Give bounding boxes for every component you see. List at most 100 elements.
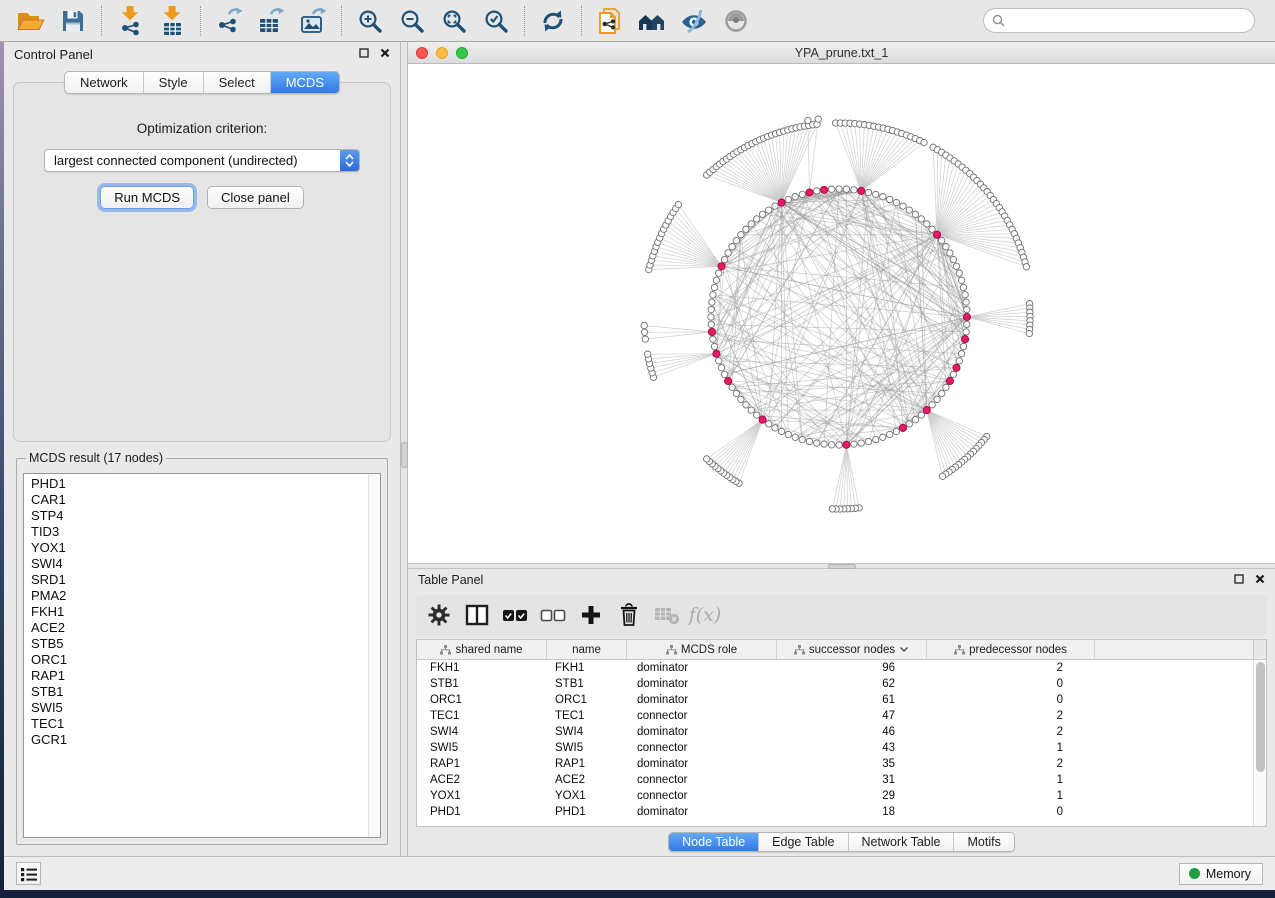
mcds-result-item[interactable]: SWI4 [31,556,380,572]
search-input[interactable] [1010,14,1246,28]
table-settings-button[interactable] [420,600,458,630]
mcds-result-item[interactable]: STB1 [31,684,380,700]
memory-button[interactable]: Memory [1179,863,1263,885]
zoom-out-button[interactable] [391,3,433,39]
cell-MCDS-role[interactable]: connector [627,742,777,754]
tab-node-table[interactable]: Node Table [669,833,758,851]
mcds-result-item[interactable]: CAR1 [31,492,380,508]
tab-network[interactable]: Network [65,72,143,93]
table-row[interactable]: SWI5SWI5connector431 [417,740,1266,756]
list-scrollbar[interactable] [368,474,380,837]
mcds-result-item[interactable]: PHD1 [31,476,380,492]
select-all-button[interactable] [496,600,534,630]
cell-successor-nodes[interactable]: 43 [777,742,927,754]
table-row[interactable]: ACE2ACE2connector311 [417,772,1266,788]
cell-name[interactable]: PHD1 [547,806,627,818]
cell-name[interactable]: ORC1 [547,694,627,706]
hide-selected-button[interactable] [673,3,715,39]
table-scrollbar-thumb[interactable] [1256,662,1265,772]
cell-MCDS-role[interactable]: dominator [627,726,777,738]
cell-name[interactable]: TEC1 [547,710,627,722]
export-network-button[interactable] [208,3,250,39]
horizontal-splitter[interactable] [408,563,1275,569]
cell-predecessor-nodes[interactable]: 0 [927,806,1095,818]
float-panel-icon[interactable] [359,45,369,63]
column-header-shared-name[interactable]: shared name [417,640,547,659]
cell-predecessor-nodes[interactable]: 1 [927,742,1095,754]
close-table-panel-icon[interactable] [1255,571,1265,589]
cell-predecessor-nodes[interactable]: 2 [927,726,1095,738]
cell-predecessor-nodes[interactable]: 2 [927,758,1095,770]
cell-name[interactable]: YOX1 [547,790,627,802]
column-header-MCDS-role[interactable]: MCDS role [627,640,777,659]
table-row[interactable]: STB1STB1dominator620 [417,676,1266,692]
export-image-button[interactable] [292,3,334,39]
close-panel-button[interactable]: Close panel [207,186,304,209]
deselect-all-button[interactable] [534,600,572,630]
cell-predecessor-nodes[interactable]: 0 [927,694,1095,706]
cell-shared-name[interactable]: YOX1 [417,790,547,802]
export-table-button[interactable] [250,3,292,39]
cell-MCDS-role[interactable]: dominator [627,662,777,674]
cell-successor-nodes[interactable]: 35 [777,758,927,770]
cell-shared-name[interactable]: TEC1 [417,710,547,722]
cell-name[interactable]: STB1 [547,678,627,690]
optimization-criterion-select[interactable]: largest connected component (undirected) [44,149,360,172]
tab-edge-table[interactable]: Edge Table [758,833,847,851]
cell-predecessor-nodes[interactable]: 1 [927,774,1095,786]
mcds-result-item[interactable]: PMA2 [31,588,380,604]
cell-name[interactable]: ACE2 [547,774,627,786]
new-network-from-selection-button[interactable] [589,3,631,39]
network-graph[interactable] [408,64,1274,561]
mcds-result-item[interactable]: RAP1 [31,668,380,684]
table-row[interactable]: FKH1FKH1dominator962 [417,660,1266,676]
cell-shared-name[interactable]: ORC1 [417,694,547,706]
cell-successor-nodes[interactable]: 61 [777,694,927,706]
cell-shared-name[interactable]: STB1 [417,678,547,690]
import-network-button[interactable] [109,3,151,39]
cell-predecessor-nodes[interactable]: 2 [927,710,1095,722]
first-neighbors-button[interactable] [631,3,673,39]
run-mcds-button[interactable]: Run MCDS [100,186,194,209]
table-row[interactable]: PHD1PHD1dominator180 [417,804,1266,820]
tab-motifs[interactable]: Motifs [953,833,1013,851]
zoom-selected-button[interactable] [475,3,517,39]
cell-successor-nodes[interactable]: 29 [777,790,927,802]
cell-successor-nodes[interactable]: 62 [777,678,927,690]
cell-successor-nodes[interactable]: 46 [777,726,927,738]
column-header-name[interactable]: name [547,640,627,659]
delete-button[interactable] [610,600,648,630]
mcds-result-item[interactable]: TID3 [31,524,380,540]
cell-MCDS-role[interactable]: dominator [627,678,777,690]
table-row[interactable]: SWI4SWI4dominator462 [417,724,1266,740]
cell-shared-name[interactable]: FKH1 [417,662,547,674]
cell-predecessor-nodes[interactable]: 2 [927,662,1095,674]
cell-successor-nodes[interactable]: 47 [777,710,927,722]
mcds-result-item[interactable]: ACE2 [31,620,380,636]
table-row[interactable]: YOX1YOX1connector291 [417,788,1266,804]
column-header-predecessor-nodes[interactable]: predecessor nodes [927,640,1095,659]
cell-name[interactable]: SWI4 [547,726,627,738]
mcds-result-item[interactable]: FKH1 [31,604,380,620]
tab-select[interactable]: Select [203,72,270,93]
table-scrollbar[interactable] [1253,660,1266,826]
column-header-successor-nodes[interactable]: successor nodes [777,640,927,659]
cell-name[interactable]: RAP1 [547,758,627,770]
network-view[interactable] [408,64,1275,563]
mcds-result-item[interactable]: SWI5 [31,700,380,716]
cell-name[interactable]: FKH1 [547,662,627,674]
save-button[interactable] [52,3,94,39]
mcds-result-item[interactable]: STP4 [31,508,380,524]
mcds-result-item[interactable]: SRD1 [31,572,380,588]
cell-successor-nodes[interactable]: 96 [777,662,927,674]
cell-predecessor-nodes[interactable]: 1 [927,790,1095,802]
show-column-panel-button[interactable] [458,600,496,630]
mcds-result-item[interactable]: TEC1 [31,716,380,732]
cell-successor-nodes[interactable]: 18 [777,806,927,818]
cell-MCDS-role[interactable]: connector [627,774,777,786]
table-row[interactable]: TEC1TEC1connector472 [417,708,1266,724]
task-history-button[interactable] [16,862,41,885]
mcds-result-item[interactable]: ORC1 [31,652,380,668]
import-table-button[interactable] [151,3,193,39]
cell-MCDS-role[interactable]: dominator [627,758,777,770]
